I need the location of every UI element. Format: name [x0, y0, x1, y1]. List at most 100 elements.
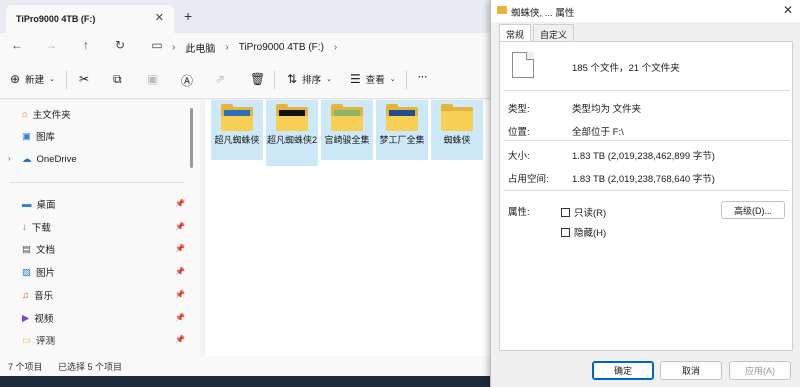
pin-icon[interactable]: 📌 — [175, 222, 185, 231]
folder-item[interactable]: 梦工厂全集 — [376, 100, 428, 160]
folder-item[interactable]: 宫崎骏全集 — [321, 100, 373, 160]
folder-item[interactable]: 超凡蜘蛛侠 — [211, 100, 263, 160]
tab-general[interactable]: 常规 — [499, 24, 532, 41]
sidebar-item-videos[interactable]: ▶ 视频 — [22, 310, 53, 326]
cancel-button[interactable]: 取消 — [660, 361, 722, 380]
sort-button[interactable]: ⇅ 排序 ⌄ — [287, 72, 332, 86]
checkbox-box[interactable] — [561, 207, 570, 217]
apply-button[interactable]: 应用(A) — [729, 361, 791, 380]
hidden-checkbox[interactable]: 隐藏(H) — [561, 225, 606, 239]
pin-icon[interactable]: 📌 — [175, 199, 185, 208]
back-arrow-icon[interactable]: ← — [8, 38, 26, 52]
sidebar-item-label: 图库 — [35, 132, 55, 143]
folder-item[interactable]: 超凡蜘蛛侠2 — [266, 100, 318, 166]
sidebar-item-label: 下载 — [31, 223, 51, 234]
location-label: 位置: — [508, 127, 530, 138]
taskbar — [0, 376, 500, 387]
sidebar-item-label: 桌面 — [36, 200, 56, 211]
folder-icon — [276, 104, 308, 131]
divider — [10, 182, 185, 183]
folder-item[interactable]: 蜘蛛侠 — [431, 100, 483, 160]
sidebar-item-music[interactable]: ♫ 音乐 — [22, 287, 53, 303]
sidebar-item-label: 主文件夹 — [32, 110, 71, 121]
hidden-label: 隐藏(H) — [574, 228, 607, 239]
view-label: 查看 — [365, 75, 385, 86]
chevron-down-icon: ⌄ — [49, 76, 55, 83]
disk-size-value: 1.83 TB (2,019,238,768,640 字节) — [572, 174, 715, 185]
item-count: 7 个项目 — [8, 361, 43, 372]
multiple-files-icon — [512, 52, 534, 78]
up-arrow-icon[interactable]: ↑ — [77, 38, 95, 52]
pin-icon[interactable]: 📌 — [175, 267, 185, 276]
gallery-icon: ▣ — [22, 130, 31, 142]
view-icon: ☰ — [350, 72, 361, 86]
tab-drive-f[interactable]: TiPro9000 4TB (F:) ✕ — [6, 5, 174, 33]
refresh-icon[interactable]: ↻ — [111, 38, 129, 52]
sidebar-item-desktop[interactable]: ▬ 桌面 — [22, 196, 56, 212]
ok-button[interactable]: 确定 — [592, 361, 654, 380]
readonly-checkbox[interactable]: 只读(R) — [561, 205, 606, 219]
general-panel: 185 个文件，21 个文件夹 类型: 类型均为 文件夹 位置: 全部位于 F:… — [499, 41, 793, 351]
dialog-title: 蜘蛛侠, ... 属性 — [511, 8, 575, 19]
folder-icon — [497, 6, 507, 14]
folder-name: 梦工厂全集 — [379, 135, 425, 145]
attributes-label: 属性: — [508, 207, 530, 218]
chevron-down-icon: ⌄ — [326, 76, 332, 83]
pin-icon[interactable]: 📌 — [175, 244, 185, 253]
checkbox-box[interactable] — [561, 227, 570, 237]
divider — [504, 140, 790, 141]
advanced-button[interactable]: 高级(D)... — [721, 201, 785, 219]
folder-icon — [441, 104, 473, 131]
new-label: 新建 — [25, 75, 45, 86]
sort-icon: ⇅ — [287, 72, 298, 86]
sort-label: 排序 — [302, 75, 322, 86]
sidebar-item-reviews[interactable]: ▭ 评测 — [22, 332, 55, 348]
close-icon[interactable]: ✕ — [783, 3, 793, 17]
type-value: 类型均为 文件夹 — [572, 104, 642, 115]
view-button[interactable]: ☰ 查看 ⌄ — [350, 72, 396, 86]
tab-customize[interactable]: 自定义 — [533, 24, 575, 41]
status-bar: 7 个项目 已选择 5 个项目 — [0, 356, 500, 376]
navigation-pane: ⌂ 主文件夹 ▣ 图库 › ☁ OneDrive ▬ 桌面 📌 ↓ 下载 📌 ▤… — [0, 100, 200, 356]
share-icon[interactable]: ⇗ — [215, 72, 225, 86]
desktop-icon: ▬ — [22, 198, 32, 210]
disk-size-label: 占用空间: — [508, 174, 549, 185]
breadcrumb-this-pc[interactable]: 此电脑 — [185, 40, 215, 55]
cut-icon[interactable]: ✂ — [79, 72, 89, 86]
close-tab-icon[interactable]: ✕ — [155, 11, 164, 24]
scrollbar[interactable] — [190, 108, 193, 168]
forward-arrow-icon[interactable]: → — [42, 38, 60, 52]
sidebar-item-onedrive[interactable]: ☁ OneDrive — [22, 151, 77, 167]
add-tab-icon[interactable]: + — [184, 8, 192, 24]
pin-icon[interactable]: 📌 — [175, 290, 185, 299]
folder-name: 宫崎骏全集 — [324, 135, 370, 145]
monitor-icon: ▭ — [151, 38, 163, 52]
pin-icon[interactable]: 📌 — [175, 313, 185, 322]
sidebar-item-gallery[interactable]: ▣ 图库 — [22, 128, 55, 144]
folder-name: 超凡蜘蛛侠 — [214, 135, 260, 145]
chevron-right-icon[interactable]: › — [8, 154, 11, 163]
download-icon: ↓ — [22, 221, 27, 233]
sidebar-item-label: 文档 — [35, 245, 55, 256]
chevron-right-icon: › — [225, 41, 229, 53]
sidebar-item-downloads[interactable]: ↓ 下载 — [22, 219, 51, 235]
file-explorer-window: TiPro9000 4TB (F:) ✕ + ← → ↑ ↻ ▭ › 此电脑 ›… — [0, 0, 500, 376]
breadcrumb-drive-f[interactable]: TiPro9000 4TB (F:) — [239, 42, 324, 53]
rename-icon[interactable]: Ⓐ — [181, 72, 193, 89]
divider — [274, 71, 275, 89]
copy-icon[interactable]: ⧉ — [113, 72, 122, 87]
pin-icon[interactable]: 📌 — [175, 335, 185, 344]
delete-icon[interactable]: 🗑 — [250, 72, 265, 86]
dialog-tabs: 常规 自定义 — [499, 24, 576, 41]
more-options-icon[interactable]: ··· — [418, 72, 428, 83]
plus-circle-icon: ⊕ — [10, 72, 21, 86]
sidebar-item-documents[interactable]: ▤ 文档 — [22, 241, 55, 257]
sidebar-item-pictures[interactable]: ▧ 图片 — [22, 264, 55, 280]
selected-count: 已选择 5 个项目 — [58, 361, 123, 372]
new-button[interactable]: ⊕ 新建 ⌄ — [10, 72, 55, 86]
sidebar-item-home[interactable]: ⌂ 主文件夹 — [22, 106, 71, 122]
type-label: 类型: — [508, 104, 530, 115]
properties-dialog: 蜘蛛侠, ... 属性 ✕ 常规 自定义 185 个文件，21 个文件夹 类型:… — [490, 0, 800, 387]
paste-icon[interactable]: ▣ — [147, 72, 158, 86]
folder-icon: ▭ — [22, 334, 31, 346]
